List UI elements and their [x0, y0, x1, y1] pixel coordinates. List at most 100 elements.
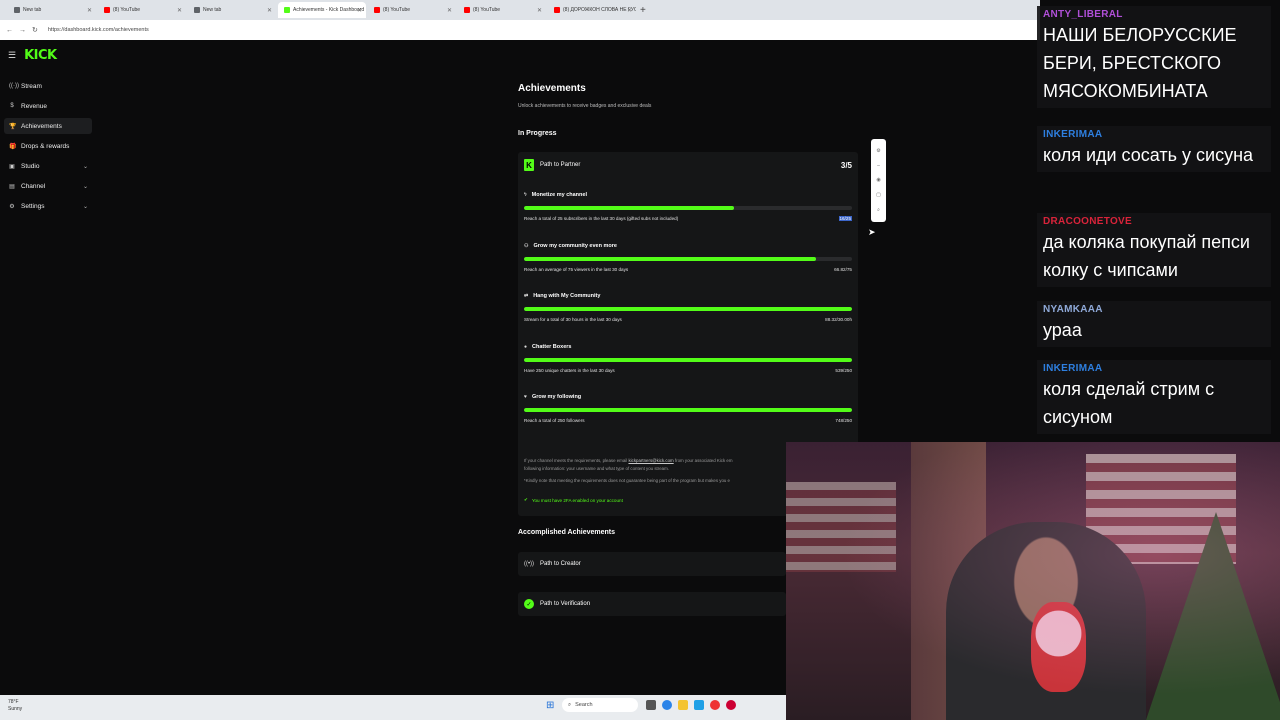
sidebar-item-label: Studio [21, 162, 40, 170]
chat-text: ураа [1043, 320, 1082, 340]
sidebar-item-settings[interactable]: ⚙ Settings ⌄ [4, 198, 92, 214]
zoom-icon[interactable]: ⌕ [877, 207, 880, 213]
sidebar-item-drops-rewards[interactable]: 🎁 Drops & rewards [4, 138, 92, 154]
tab-label: (8) ДОРОЖКОН СЛОВА НЕ ГУСО [563, 7, 636, 13]
taskbar: 78°F Sunny ⊞ ⌕ Search [0, 695, 786, 720]
browser-tab[interactable]: New tab ✕ [8, 2, 96, 18]
file-explorer-icon[interactable] [678, 700, 688, 710]
progress-track [524, 357, 852, 362]
verified-icon: ✓ [524, 599, 534, 609]
twofa-text: You must have 2FA enabled on your accoun… [531, 497, 623, 503]
accomplished-title: Path to Verification [540, 601, 591, 607]
achievement-item: ♥ Grow my following Reach a total of 250 f… [524, 394, 852, 434]
close-tab-icon[interactable]: ✕ [447, 7, 452, 14]
accomplished-heading: Accomplished Achievements [518, 529, 615, 536]
progress-track [524, 206, 852, 210]
app-icon[interactable] [710, 700, 720, 710]
reload-icon[interactable]: ↻ [32, 26, 38, 34]
close-tab-icon[interactable]: ✕ [87, 7, 92, 14]
page-subtitle: Unlock achievements to receive badges an… [518, 103, 652, 109]
browser-tab[interactable]: New tab ✕ [188, 2, 276, 18]
achievement-title: Grow my community even more [533, 242, 617, 249]
twofa-requirement: ✔ You must have 2FA enabled on your acco… [524, 497, 623, 503]
chevron-down-icon[interactable]: ⌄ [83, 183, 88, 190]
chat-message: ANTY_LIBERAL НАШИ БЕЛОРУССКИЕ БЕРИ, БРЕСТ… [1037, 6, 1271, 108]
accomplished-path-to-creator[interactable]: ((•)) Path to Creator [518, 552, 786, 576]
chat-username: INKERIMAA [1043, 363, 1103, 374]
chevron-down-icon[interactable]: ⌄ [83, 203, 88, 210]
sidebar-item-label: Revenue [21, 102, 48, 110]
taskbar-search[interactable]: ⌕ Search [562, 698, 638, 712]
forward-icon[interactable]: → [19, 27, 26, 34]
chat-text: да коляка покупай пепси колку с чипсами [1043, 232, 1250, 280]
sidebar-item-studio[interactable]: ▣ Studio ⌄ [4, 158, 92, 174]
achievement-desc: Reach a total of 25 subscribers in the l… [524, 216, 679, 221]
close-tab-icon[interactable]: ✕ [537, 7, 542, 14]
chrome-icon[interactable]: ◉ [876, 177, 880, 183]
search-label: Search [575, 702, 593, 708]
note-line-3: *Kindly note that meeting the requiremen… [524, 478, 730, 483]
progress-track [524, 307, 852, 311]
tab-favicon-icon [464, 7, 470, 13]
hang-icon: ⇄ [524, 293, 529, 299]
browser-tab[interactable]: (8) ДОРОЖКОН СЛОВА НЕ ГУСО ✕ [548, 2, 636, 18]
minus-icon[interactable]: – [877, 163, 880, 169]
chat-message: INKERIMAA коля сделай стрим с сисуном [1037, 360, 1271, 434]
progress-fill [524, 206, 734, 210]
tab-label: Achievements - Kick Dashboard [293, 7, 365, 13]
copy-icon[interactable]: ▢ [876, 192, 881, 198]
close-tab-icon[interactable]: ✕ [267, 7, 272, 14]
url-text[interactable]: https://dashboard.kick.com/achievements [48, 27, 149, 33]
broadcast-icon: ((·)) [9, 83, 19, 89]
browser-tab[interactable]: Achievements - Kick Dashboard ✕ [278, 2, 366, 18]
tab-favicon-icon [374, 7, 380, 13]
in-progress-heading: In Progress [518, 130, 557, 137]
task-view-icon[interactable] [646, 700, 656, 710]
chat-username: DRACOONETOVE [1043, 216, 1132, 227]
sidebar-item-label: Drops & rewards [21, 142, 70, 150]
sidebar-item-achievements[interactable]: 🏆 Achievements [4, 118, 92, 134]
address-bar[interactable]: ← → ↻ https://dashboard.kick.com/achieve… [0, 20, 1040, 40]
close-tab-icon[interactable]: ✕ [627, 7, 632, 14]
sidebar-item-stream[interactable]: ((·)) Stream [4, 78, 92, 94]
back-icon[interactable]: ← [6, 27, 13, 34]
weather-widget[interactable]: 78°F Sunny [8, 699, 22, 713]
close-tab-icon[interactable]: ✕ [177, 7, 182, 14]
edge-icon[interactable] [694, 700, 704, 710]
achievement-title: Monetize my channel [531, 192, 587, 198]
partner-email-link[interactable]: kickpartners@kick.com [628, 458, 673, 463]
browser-tab[interactable]: (8) YouTube ✕ [98, 2, 186, 18]
achievement-title: Grow my following [531, 394, 582, 400]
kick-logo[interactable]: KICK [24, 48, 57, 63]
tab-favicon-icon [14, 7, 20, 13]
windows-start-icon[interactable]: ⊞ [546, 701, 556, 711]
chat-username: INKERIMAA [1043, 129, 1103, 140]
sidebar-item-channel[interactable]: ▤ Channel ⌄ [4, 178, 92, 194]
tab-favicon-icon [284, 7, 290, 13]
tab-label: (8) YouTube [473, 7, 501, 13]
card-title: Path to Partner [540, 162, 581, 168]
close-tab-icon[interactable]: ✕ [357, 7, 362, 14]
floating-toolbar[interactable]: ⚙ – ◉ ▢ ⌕ [871, 139, 886, 222]
card-header[interactable]: K Path to Partner 3/5 [524, 158, 852, 172]
achievement-value: 748/250 [835, 418, 852, 423]
chevron-down-icon[interactable]: ⌄ [83, 163, 88, 170]
app-icon-2[interactable] [726, 700, 736, 710]
browser-tab[interactable]: (8) YouTube ✕ [368, 2, 456, 18]
partner-note: If your channel meets the requirements, … [524, 457, 786, 485]
achievement-item: ⚇ Grow my community even more Reach an ave… [524, 243, 852, 283]
chrome-taskbar-icon[interactable] [662, 700, 672, 710]
new-tab-icon[interactable]: + [640, 5, 646, 16]
translate-icon[interactable]: ⚙ [876, 148, 880, 154]
sidebar-item-revenue[interactable]: $ Revenue [4, 98, 92, 114]
note-line-2: following information: your username and… [524, 466, 669, 471]
chat-message: NYAMKAAA ураа [1037, 301, 1271, 347]
accomplished-path-to-verification[interactable]: ✓ Path to Verification [518, 592, 786, 616]
note-text-post: from your associated Kick em [673, 458, 733, 463]
progress-track [524, 256, 852, 261]
progress-fill [524, 357, 852, 362]
menu-icon[interactable]: ☰ [8, 50, 16, 61]
progress-fill [524, 256, 816, 261]
sidebar-item-label: Stream [21, 82, 42, 90]
browser-tab[interactable]: (8) YouTube ✕ [458, 2, 546, 18]
